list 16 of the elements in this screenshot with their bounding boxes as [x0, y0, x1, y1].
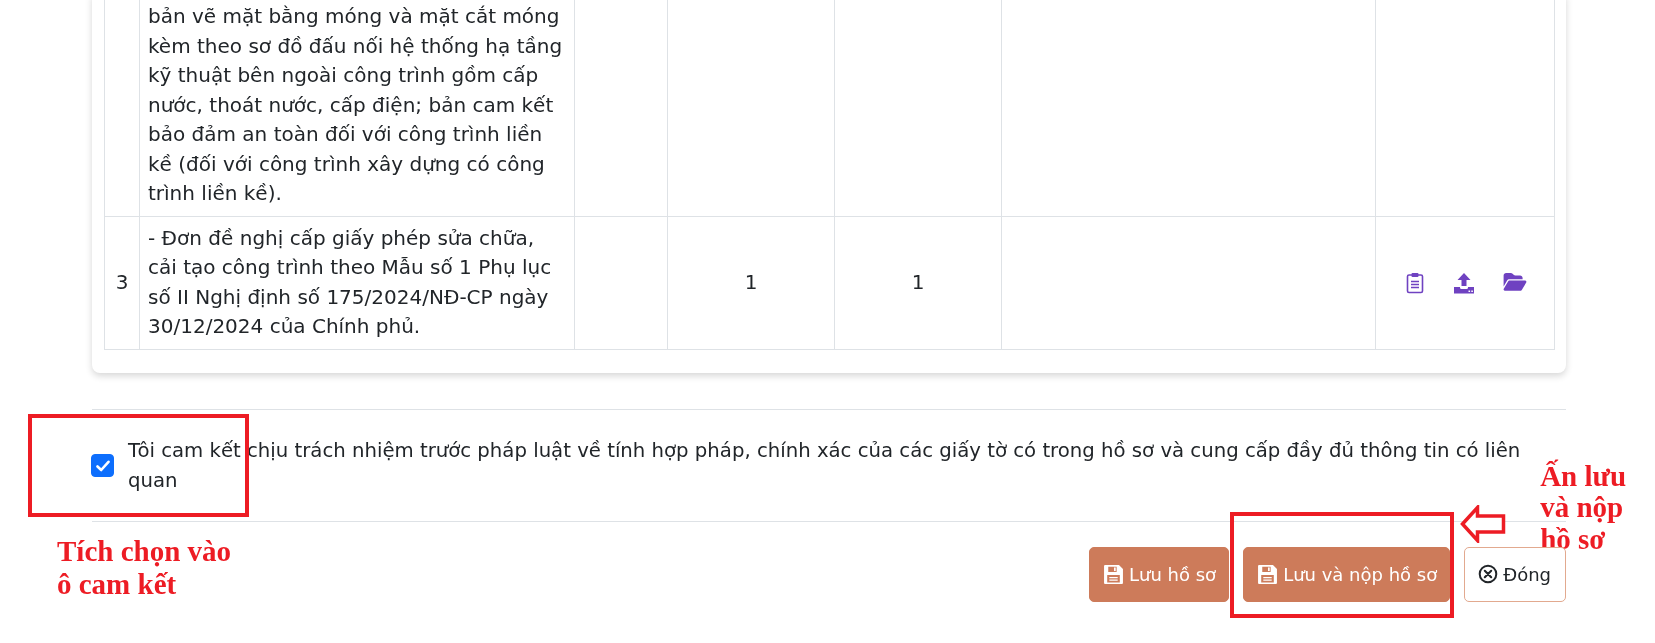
folder-icon[interactable] — [1503, 273, 1527, 292]
annotation-arrow — [1460, 504, 1507, 543]
row-number: 3 — [115, 269, 129, 294]
copy-count: 1 — [911, 269, 925, 294]
save-button[interactable]: Lưu và nộp hồ sơ — [1243, 546, 1451, 602]
copy-count: 1 — [744, 269, 758, 294]
clipboard-icon[interactable] — [1405, 271, 1425, 294]
save-button[interactable]: Lưu hồ sơ — [1089, 546, 1230, 602]
document-name: - Đơn đề nghị cấp giấy phép sửa chữa, cải tạo công trình theo Mẫu số 1 Phụ lục số II Nghị định số 175/2024/NĐ-CP ngày 30/12/2024 của Chính phủ. — [148, 224, 553, 340]
checkbox[interactable] — [91, 454, 114, 477]
annotation-note: Tích chọn vào ô cam kết — [57, 534, 233, 601]
close-icon — [1478, 564, 1499, 584]
commitment-text: Tôi cam kết chịu trách nhiệm trước pháp luật về tính hợp pháp, chính xác của các giấy tờ có trong hồ sơ và cung cấp đầy đủ thông tin có liên quan — [128, 437, 1522, 494]
document-name: bản vẽ mặt bằng móng và mặt cắt móng kèm theo sơ đồ đấu nối hệ thống hạ tầng kỹ thuật bên ngoài công trình gồm cấp nước, thoát nước, cấp điện; bản cam kết bảo đảm an toàn đối với công trình liền kề (đối với công trình xây dựng có công trình liền kề). — [148, 3, 564, 207]
checkmark-icon — [95, 459, 110, 472]
upload-icon[interactable] — [1453, 271, 1475, 294]
